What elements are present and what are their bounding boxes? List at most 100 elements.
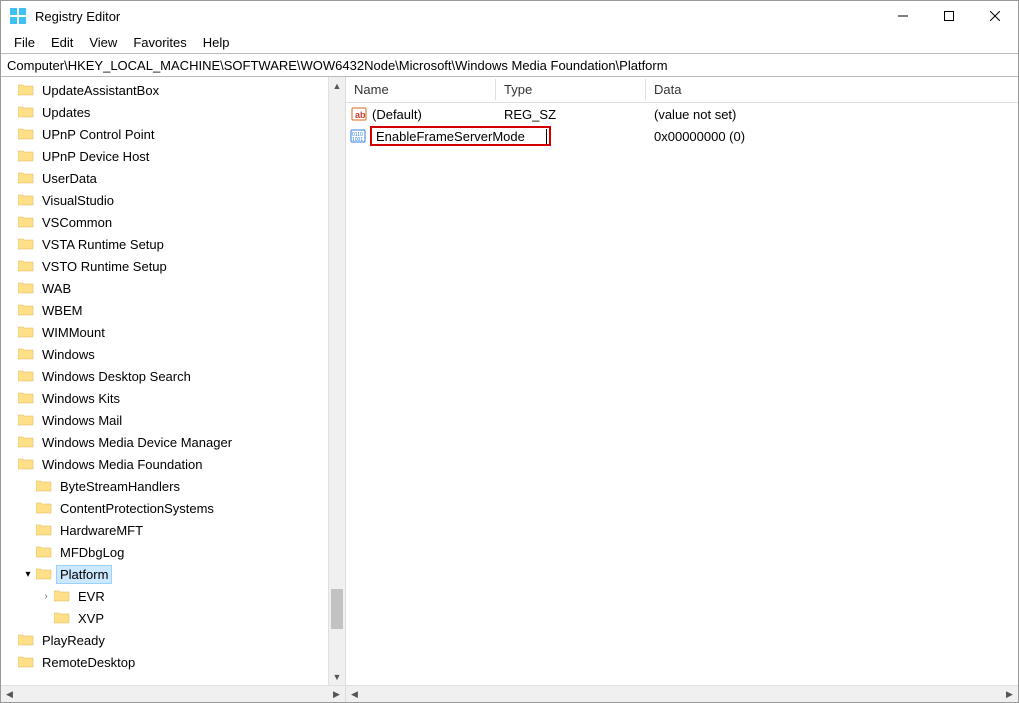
- value-name-input[interactable]: [374, 128, 546, 145]
- expander-icon[interactable]: ›: [39, 591, 53, 602]
- scroll-left-icon[interactable]: ◀: [346, 686, 363, 702]
- tree-item[interactable]: ▾ Platform: [1, 563, 345, 585]
- tree-item-label: Updates: [39, 104, 93, 121]
- value-rows: ab (Default) REG_SZ (value not set) 0110…: [346, 103, 1018, 685]
- tree-item[interactable]: Windows Mail: [1, 409, 345, 431]
- tree-item[interactable]: RemoteDesktop: [1, 651, 345, 673]
- tree-item[interactable]: UserData: [1, 167, 345, 189]
- folder-icon: [17, 457, 35, 471]
- folder-icon: [17, 105, 35, 119]
- folder-icon: [17, 193, 35, 207]
- scroll-left-icon[interactable]: ◀: [1, 686, 18, 702]
- svg-text:ab: ab: [355, 110, 366, 120]
- menu-view[interactable]: View: [82, 34, 124, 51]
- menu-file[interactable]: File: [7, 34, 42, 51]
- tree-item[interactable]: VSCommon: [1, 211, 345, 233]
- app-icon: [9, 7, 27, 25]
- menu-edit[interactable]: Edit: [44, 34, 80, 51]
- folder-icon: [17, 435, 35, 449]
- scroll-down-icon[interactable]: ▼: [329, 668, 345, 685]
- tree-item[interactable]: PlayReady: [1, 629, 345, 651]
- content-area: UpdateAssistantBox Updates UPnP Control Po…: [1, 77, 1018, 702]
- folder-icon: [17, 215, 35, 229]
- tree-item-label: VSTO Runtime Setup: [39, 258, 170, 275]
- folder-icon: [17, 83, 35, 97]
- folder-icon: [17, 259, 35, 273]
- tree-item-label: WBEM: [39, 302, 85, 319]
- col-name[interactable]: Name: [346, 79, 496, 100]
- tree-horizontal-scrollbar[interactable]: ◀ ▶: [1, 685, 345, 702]
- tree-item[interactable]: VisualStudio: [1, 189, 345, 211]
- tree-item-label: VSTA Runtime Setup: [39, 236, 167, 253]
- tree-item[interactable]: HardwareMFT: [1, 519, 345, 541]
- value-type: REG_SZ: [496, 107, 646, 122]
- tree-item-label: VSCommon: [39, 214, 115, 231]
- tree-item[interactable]: Windows: [1, 343, 345, 365]
- expander-icon[interactable]: ▾: [21, 569, 35, 580]
- key-tree-pane: UpdateAssistantBox Updates UPnP Control Po…: [1, 77, 346, 702]
- tree-item-label: ByteStreamHandlers: [57, 478, 183, 495]
- col-type[interactable]: Type: [496, 79, 646, 100]
- menu-favorites[interactable]: Favorites: [126, 34, 193, 51]
- value-data: (value not set): [646, 107, 1018, 122]
- tree-item[interactable]: Windows Desktop Search: [1, 365, 345, 387]
- tree-item[interactable]: UPnP Control Point: [1, 123, 345, 145]
- close-button[interactable]: [972, 1, 1018, 31]
- tree-item[interactable]: ContentProtectionSystems: [1, 497, 345, 519]
- scroll-up-icon[interactable]: ▲: [329, 77, 345, 94]
- tree-item[interactable]: UPnP Device Host: [1, 145, 345, 167]
- value-columns-header: Name Type Data: [346, 77, 1018, 103]
- address-bar[interactable]: Computer\HKEY_LOCAL_MACHINE\SOFTWARE\WOW…: [1, 53, 1018, 77]
- tree-item[interactable]: MFDbgLog: [1, 541, 345, 563]
- scroll-right-icon[interactable]: ▶: [1001, 686, 1018, 702]
- scroll-thumb[interactable]: [331, 589, 343, 629]
- folder-icon: [17, 325, 35, 339]
- folder-icon: [35, 567, 53, 581]
- tree-item-label: ContentProtectionSystems: [57, 500, 217, 517]
- tree-item-label: VisualStudio: [39, 192, 117, 209]
- tree-item[interactable]: Updates: [1, 101, 345, 123]
- titlebar: Registry Editor: [1, 1, 1018, 31]
- folder-icon: [35, 479, 53, 493]
- tree-item-label: RemoteDesktop: [39, 654, 138, 671]
- maximize-button[interactable]: [926, 1, 972, 31]
- tree-item-label: Windows Desktop Search: [39, 368, 194, 385]
- value-row[interactable]: 0110 1001 /ORD 0x00000000 (0): [346, 125, 1018, 147]
- tree-item[interactable]: VSTA Runtime Setup: [1, 233, 345, 255]
- value-row[interactable]: ab (Default) REG_SZ (value not set): [346, 103, 1018, 125]
- values-horizontal-scrollbar[interactable]: ◀ ▶: [346, 685, 1018, 702]
- col-data[interactable]: Data: [646, 79, 1018, 100]
- tree-item[interactable]: VSTO Runtime Setup: [1, 255, 345, 277]
- tree-item[interactable]: ByteStreamHandlers: [1, 475, 345, 497]
- folder-icon: [17, 303, 35, 317]
- tree-item-label: HardwareMFT: [57, 522, 146, 539]
- scroll-right-icon[interactable]: ▶: [328, 686, 345, 702]
- tree-item[interactable]: WIMMount: [1, 321, 345, 343]
- tree-item-label: PlayReady: [39, 632, 108, 649]
- minimize-button[interactable]: [880, 1, 926, 31]
- folder-icon: [17, 281, 35, 295]
- tree-item-label: Windows Media Device Manager: [39, 434, 235, 451]
- tree-item-label: Platform: [57, 566, 111, 583]
- folder-icon: [17, 655, 35, 669]
- tree-item[interactable]: XVP: [1, 607, 345, 629]
- tree-item[interactable]: Windows Kits: [1, 387, 345, 409]
- string-value-icon: ab: [350, 105, 368, 123]
- tree-item[interactable]: Windows Media Device Manager: [1, 431, 345, 453]
- folder-icon: [53, 589, 71, 603]
- folder-icon: [17, 633, 35, 647]
- value-name-edit[interactable]: [370, 126, 551, 146]
- tree-item[interactable]: WAB: [1, 277, 345, 299]
- tree-item[interactable]: UpdateAssistantBox: [1, 79, 345, 101]
- tree-item-label: UserData: [39, 170, 100, 187]
- tree-item-label: MFDbgLog: [57, 544, 127, 561]
- tree-item[interactable]: Windows Media Foundation: [1, 453, 345, 475]
- value-list-pane: Name Type Data ab (Default) REG_SZ (valu…: [346, 77, 1018, 702]
- tree-item[interactable]: ›EVR: [1, 585, 345, 607]
- folder-icon: [17, 149, 35, 163]
- tree-item-label: UPnP Control Point: [39, 126, 158, 143]
- folder-icon: [17, 391, 35, 405]
- menu-help[interactable]: Help: [196, 34, 237, 51]
- tree-item[interactable]: WBEM: [1, 299, 345, 321]
- tree-vertical-scrollbar[interactable]: ▲ ▼: [328, 77, 345, 685]
